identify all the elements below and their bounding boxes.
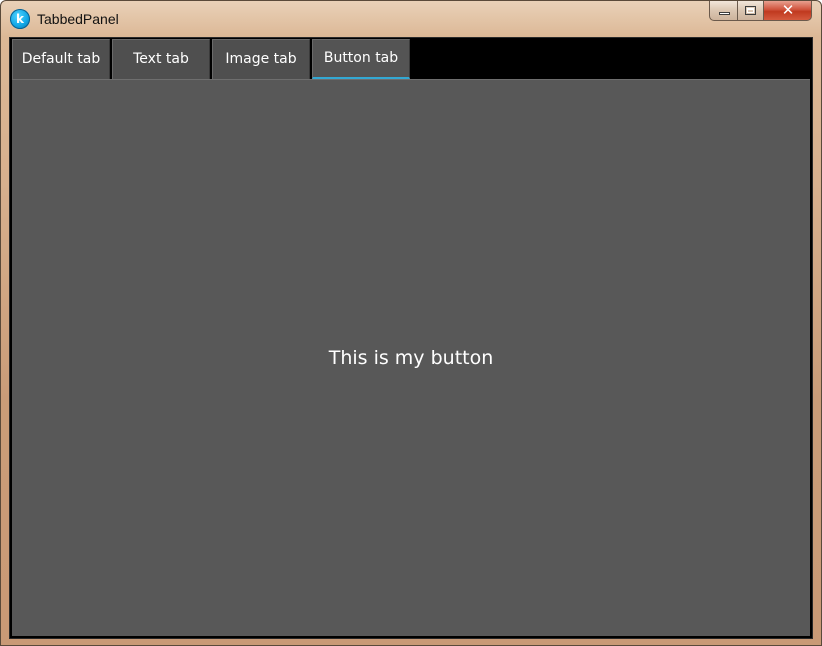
window-title: TabbedPanel [37,11,119,27]
app-window: k TabbedPanel ✕ Default tab Text tab Ima… [0,0,822,646]
my-button-label: This is my button [328,347,494,369]
tab-image[interactable]: Image tab [212,39,310,79]
tab-button[interactable]: Button tab [312,39,410,79]
tab-strip: Default tab Text tab Image tab Button ta… [12,39,412,79]
close-button[interactable]: ✕ [764,1,812,21]
client-area: Default tab Text tab Image tab Button ta… [9,37,813,639]
tab-default[interactable]: Default tab [12,39,110,79]
maximize-button[interactable] [738,1,764,21]
my-button[interactable]: This is my button [12,80,810,636]
maximize-icon [745,6,756,15]
kivy-app-icon: k [10,9,30,29]
minimize-button[interactable] [709,1,738,21]
window-controls: ✕ [709,1,812,25]
app-icon-letter: k [16,12,24,26]
tab-text[interactable]: Text tab [112,39,210,79]
minimize-icon [719,12,730,15]
tab-content-panel: This is my button [12,79,810,636]
close-icon: ✕ [781,1,795,19]
title-bar[interactable]: k TabbedPanel ✕ [1,1,821,37]
